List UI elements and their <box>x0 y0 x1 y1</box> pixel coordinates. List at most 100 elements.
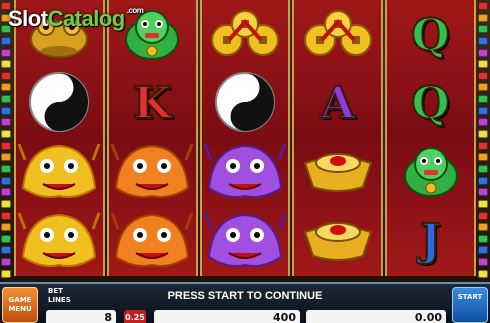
yinyang-icon <box>214 71 276 137</box>
total-bet-field: 400 <box>154 310 300 323</box>
symbol-cell <box>294 208 381 274</box>
border-gem <box>1 83 11 92</box>
border-gem <box>1 36 11 45</box>
letter-a-symbol: A <box>320 77 356 130</box>
letter-k-symbol: K <box>132 77 172 130</box>
border-gem <box>478 106 488 115</box>
border-gem <box>1 246 11 255</box>
watermark-logo: SlotCatalog .com <box>8 6 144 31</box>
border-gem <box>478 48 488 57</box>
orange-dragon-icon <box>110 207 194 275</box>
symbol-cell <box>202 208 289 274</box>
border-gem <box>1 118 11 127</box>
border-gem <box>478 71 488 80</box>
border-gem <box>1 188 11 197</box>
reel-2: K <box>106 0 198 276</box>
border-gem <box>478 188 488 197</box>
border-gem <box>1 164 11 173</box>
symbol-cell <box>202 2 289 68</box>
border-gem <box>478 95 488 104</box>
yellow-dragon-icon <box>17 138 101 206</box>
right-gem-border <box>478 2 489 278</box>
bet-lines-label: BET LINES <box>48 287 71 304</box>
letter-q-symbol: Q <box>410 9 450 62</box>
yinyang-icon <box>28 71 90 137</box>
border-gem <box>478 176 488 185</box>
symbol-cell: K <box>109 71 196 137</box>
border-gem <box>478 199 488 208</box>
border-gem <box>478 258 488 267</box>
yellow-dragon-icon <box>17 207 101 275</box>
left-gem-border <box>1 2 12 278</box>
border-gem <box>478 246 488 255</box>
symbol-cell: Q <box>387 71 474 137</box>
border-gem <box>478 83 488 92</box>
symbol-cell: Q <box>387 2 474 68</box>
win-field: 0.00 <box>306 310 446 323</box>
border-gem <box>1 176 11 185</box>
border-gem <box>478 164 488 173</box>
border-gem <box>478 223 488 232</box>
border-gem <box>1 130 11 139</box>
bet-field[interactable]: 0.25 <box>124 310 146 323</box>
reel-3 <box>199 0 291 276</box>
status-message: PRESS START TO CONTINUE <box>167 290 323 302</box>
game-menu-button[interactable]: GAME MENU <box>2 287 38 323</box>
symbol-cell <box>202 139 289 205</box>
border-gem <box>478 141 488 150</box>
orange-dragon-icon <box>110 138 194 206</box>
coins-icon <box>302 8 374 62</box>
border-gem <box>1 223 11 232</box>
border-gem <box>478 211 488 220</box>
border-gem <box>1 95 11 104</box>
border-gem <box>478 153 488 162</box>
green-lion-icon <box>398 140 464 204</box>
reel-5: QQ J <box>385 0 476 276</box>
symbol-cell: J <box>387 208 474 274</box>
slot-game: K A QQ J SlotCatalog .com GAME MENU BET LINE… <box>0 0 490 323</box>
border-gem <box>478 13 488 22</box>
start-button[interactable]: START <box>452 287 488 323</box>
symbol-cell <box>294 2 381 68</box>
reel-frame: K A QQ J <box>0 0 490 282</box>
border-gem <box>1 71 11 80</box>
symbol-cell <box>387 139 474 205</box>
border-gem <box>1 106 11 115</box>
purple-dragon-icon <box>203 138 287 206</box>
lines-field[interactable]: 8 <box>46 310 116 323</box>
symbol-cell <box>16 208 103 274</box>
border-gem <box>478 234 488 243</box>
border-gem <box>1 141 11 150</box>
symbol-cell <box>16 139 103 205</box>
purple-dragon-icon <box>203 207 287 275</box>
gold-ingot-icon <box>301 214 375 268</box>
symbol-cell <box>109 208 196 274</box>
border-gem <box>478 118 488 127</box>
letter-j-symbol: J <box>419 214 442 267</box>
reel-1 <box>14 0 105 276</box>
border-gem <box>1 48 11 57</box>
coins-icon <box>209 8 281 62</box>
border-gem <box>1 234 11 243</box>
reels-area: K A QQ J <box>14 0 476 276</box>
symbol-cell <box>294 139 381 205</box>
border-gem <box>478 36 488 45</box>
symbol-cell <box>16 71 103 137</box>
border-gem <box>1 60 11 69</box>
symbol-cell <box>202 71 289 137</box>
border-gem <box>1 258 11 267</box>
border-gem <box>478 60 488 69</box>
border-gem <box>1 269 11 278</box>
control-bar: GAME MENU BET LINES PRESS START TO CONTI… <box>0 282 490 323</box>
border-gem <box>1 153 11 162</box>
border-gem <box>478 269 488 278</box>
border-gem <box>478 2 488 10</box>
symbol-cell: A <box>294 71 381 137</box>
border-gem <box>1 199 11 208</box>
symbol-cell <box>109 139 196 205</box>
letter-q-symbol: Q <box>410 77 450 130</box>
reel-4: A <box>292 0 384 276</box>
gold-ingot-icon <box>301 145 375 199</box>
border-gem <box>1 211 11 220</box>
border-gem <box>478 25 488 34</box>
